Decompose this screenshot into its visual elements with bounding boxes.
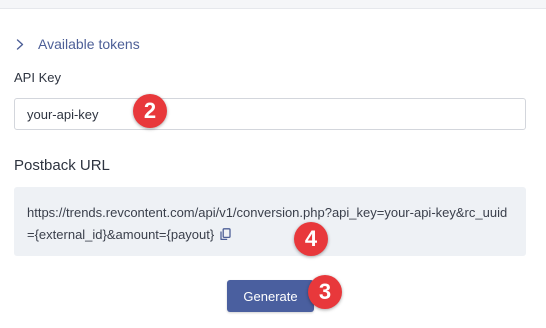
generate-button[interactable]: Generate — [227, 280, 314, 312]
api-key-input[interactable] — [14, 98, 526, 130]
postback-settings-panel: Available tokens API Key Postback URL ht… — [0, 0, 546, 328]
available-tokens-toggle[interactable]: Available tokens — [14, 35, 140, 53]
step-badge-2: 2 — [133, 94, 167, 128]
postback-url-label: Postback URL — [14, 157, 110, 174]
top-divider — [0, 0, 546, 9]
step-badge-3: 3 — [308, 275, 342, 309]
chevron-right-icon — [14, 38, 26, 50]
api-key-label: API Key — [14, 70, 61, 85]
copy-icon[interactable] — [220, 226, 231, 248]
available-tokens-label: Available tokens — [38, 36, 140, 52]
step-badge-4: 4 — [294, 222, 328, 256]
postback-url-box: https://trends.revcontent.com/api/v1/con… — [14, 187, 526, 256]
postback-url-text: https://trends.revcontent.com/api/v1/con… — [27, 205, 508, 242]
